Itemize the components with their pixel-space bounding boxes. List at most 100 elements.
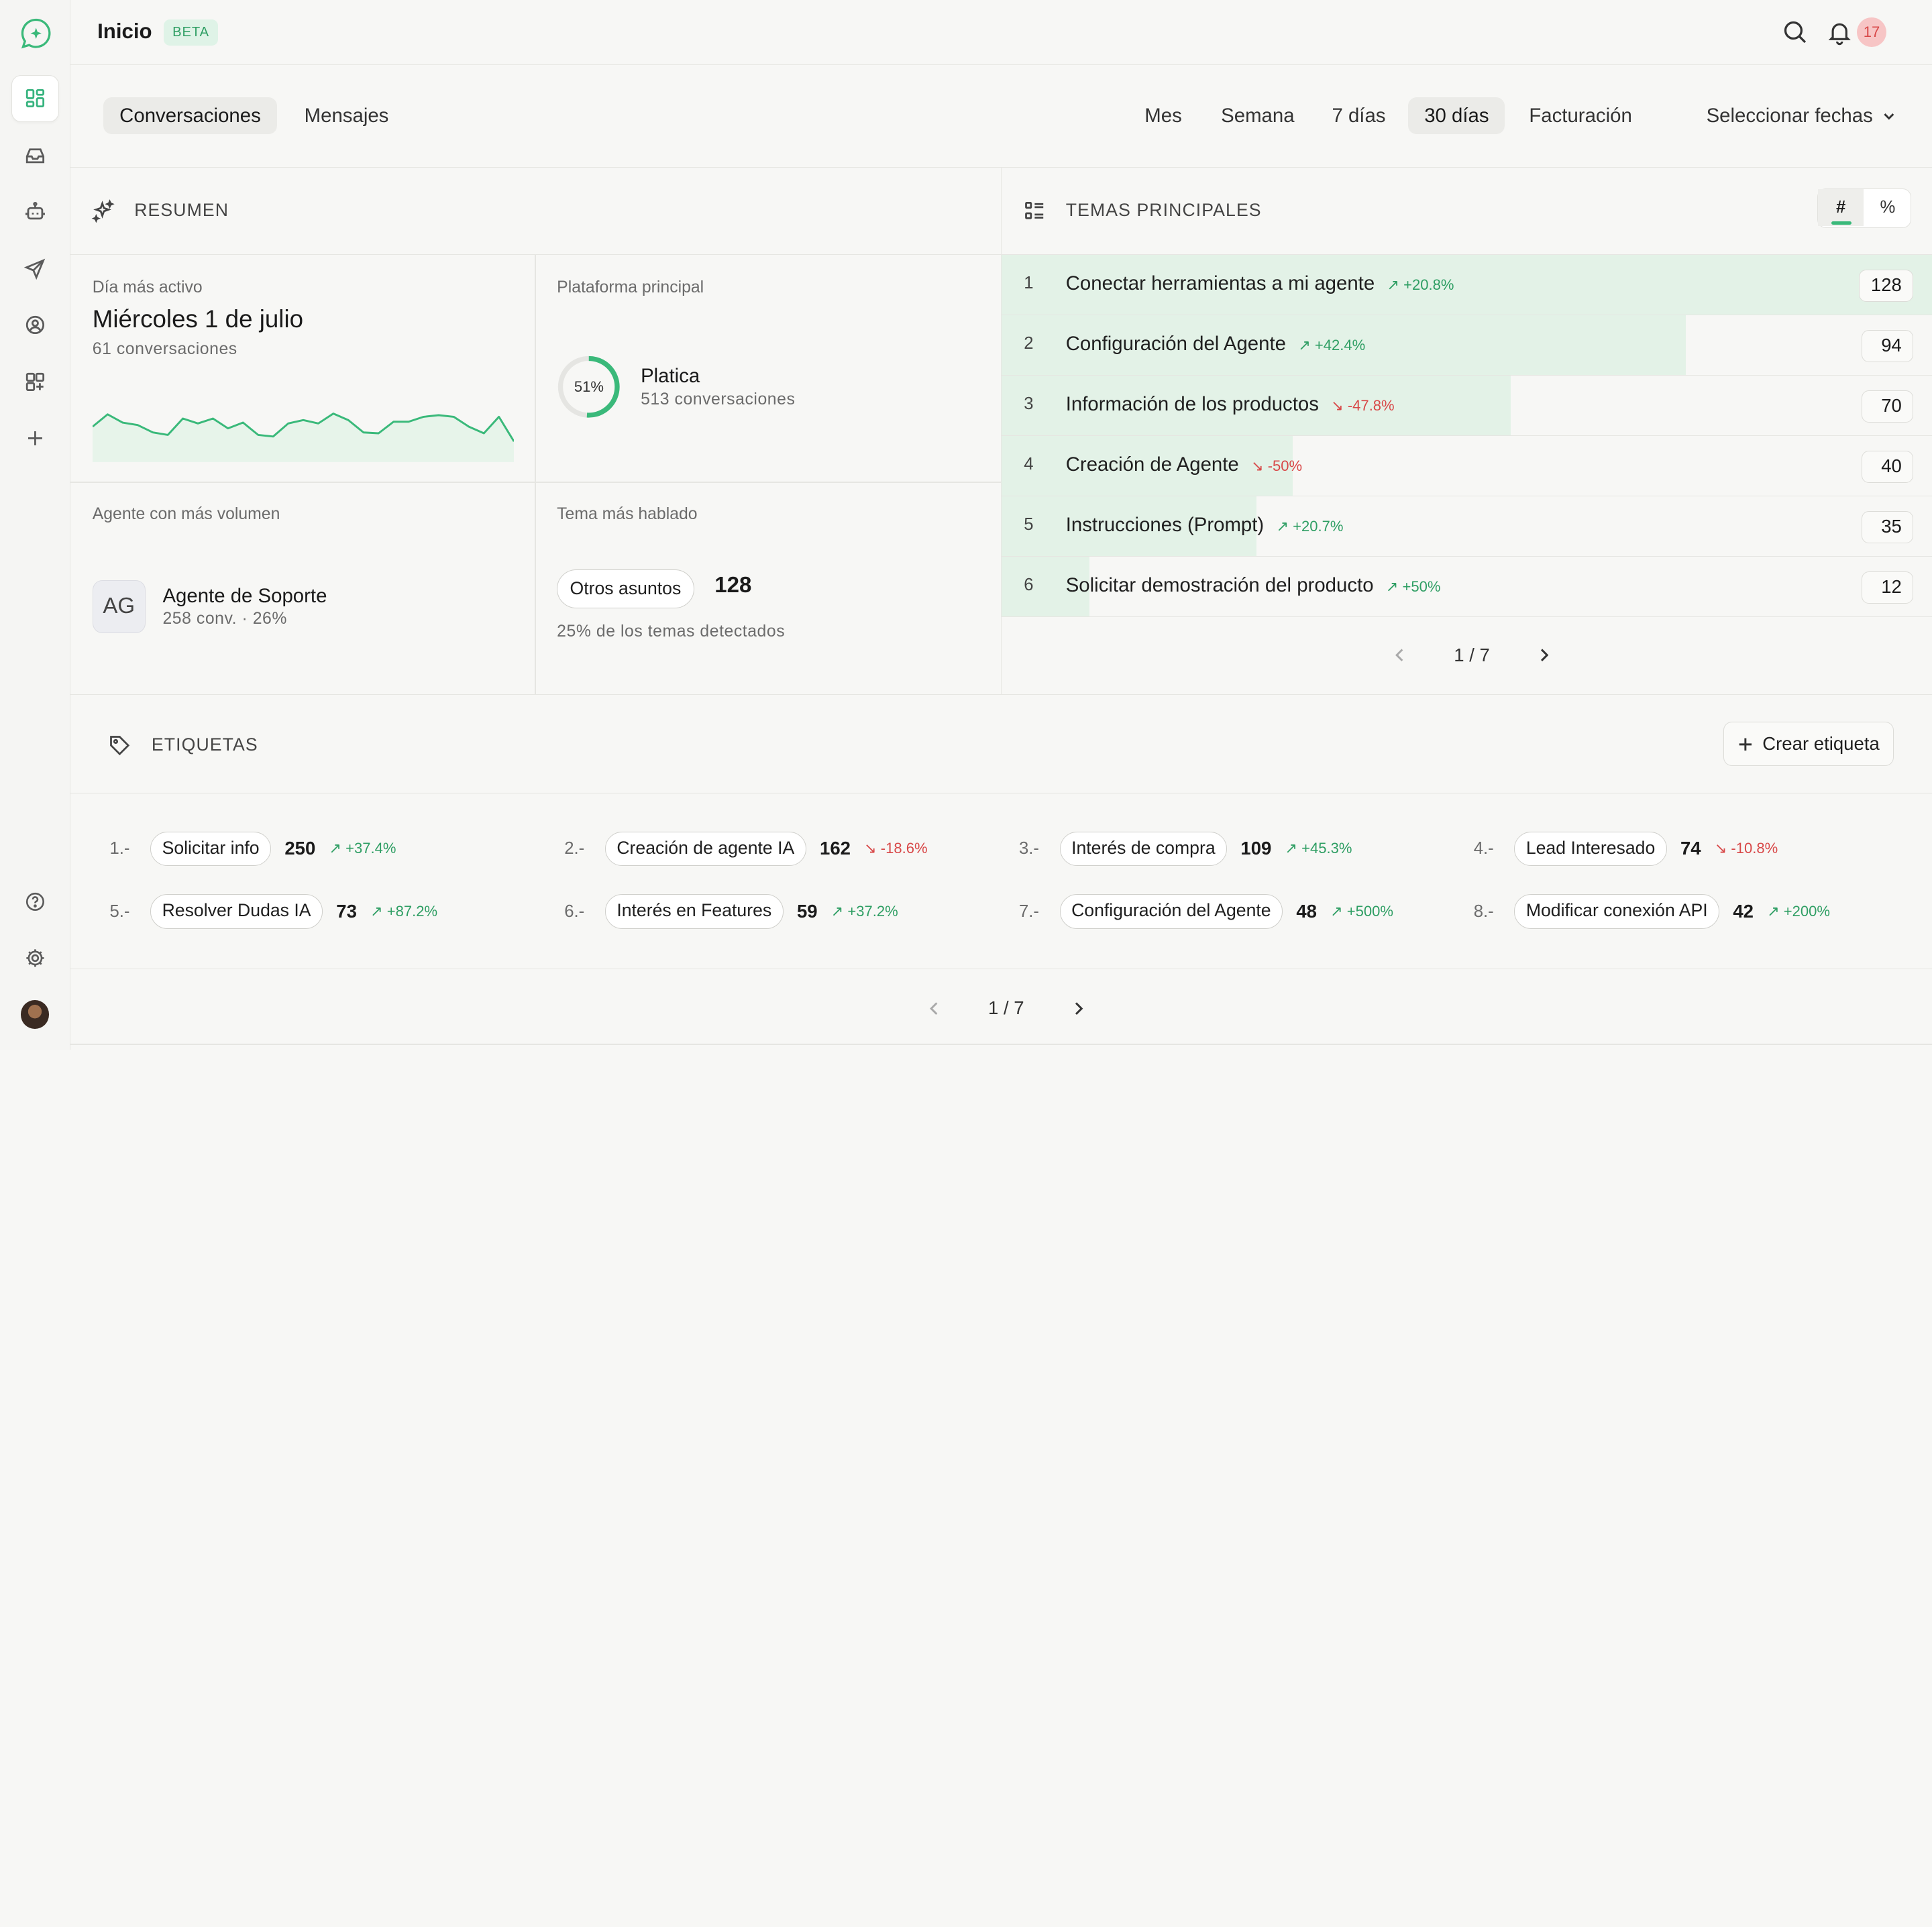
topic-name: Creación de Agente [1065,453,1239,476]
tag-trend: ↗ +37.2% [830,903,898,920]
chevron-right-icon[interactable] [1534,645,1554,665]
topic-rank: 1 [1024,273,1034,292]
range-facturacion[interactable]: Facturación [1513,97,1648,134]
topic-trend: ↘ -50% [1251,457,1303,474]
temas-page-indicator: 1 / 7 [1454,645,1490,666]
tag-icon [107,733,132,758]
topic-rank: 4 [1024,454,1034,474]
notification-count-badge[interactable]: 17 [1856,17,1886,47]
top-theme-sub: 25% de los temas detectados [557,622,786,641]
topic-name: Configuración del Agente [1065,332,1286,355]
tag-trend: ↘ -18.6% [864,840,928,857]
send-icon [23,258,46,280]
tag-count: 59 [796,901,818,922]
sidebar-item-integrations[interactable] [11,358,60,405]
toggle-percent[interactable]: % [1865,189,1911,226]
search-icon[interactable] [1782,19,1809,46]
sidebar [0,0,70,1050]
etiquetas-page-indicator: 1 / 7 [988,997,1024,1019]
tag-rank: 6.- [564,901,585,921]
toggle-count[interactable]: # [1818,189,1864,227]
user-circle-icon [25,316,44,335]
topic-count: 35 [1862,511,1914,543]
chevron-left-icon[interactable] [924,999,944,1018]
topic-rank: 3 [1024,394,1034,413]
agent-name[interactable]: Agente de Soporte [162,585,327,608]
topic-row[interactable]: 4 Creación de Agente ↘ -50% 40 [1002,436,1932,497]
topic-name-wrap: Solicitar demostración del producto ↗ +50… [1066,574,1441,597]
topic-row[interactable]: 2 Configuración del Agente ↗ +42.4% 94 [1002,315,1932,376]
filter-bar: Conversaciones Mensajes Mes Semana 7 día… [70,65,1932,168]
plus-icon [28,431,42,446]
tag-chip[interactable]: Configuración del Agente [1059,894,1283,929]
beta-badge: BETA [164,19,218,46]
topic-count: 128 [1859,270,1914,302]
sidebar-item-help[interactable] [11,879,60,926]
range-semana[interactable]: Semana [1205,97,1310,134]
top-theme-label: Tema más hablado [557,505,698,524]
inbox-icon [25,148,44,164]
tag-item: 6.- Interés en Features 59 ↗ +37.2% [564,893,898,930]
most-active-day-label: Día más activo [92,278,203,297]
sidebar-item-agents[interactable] [11,188,60,235]
sidebar-item-campaigns[interactable] [11,245,60,292]
topic-row[interactable]: 3 Información de los productos ↘ -47.8% 70 [1002,376,1932,437]
chevron-down-icon [1884,113,1894,120]
etiquetas-footer: 1 / 7 [70,968,1932,1050]
top-agent-label: Agente con más volumen [92,505,280,524]
tag-chip[interactable]: Resolver Dudas IA [150,894,323,929]
tab-conversaciones[interactable]: Conversaciones [103,97,277,135]
topic-row[interactable]: 6 Solicitar demostración del producto ↗ +5… [1002,557,1932,618]
tag-chip[interactable]: Solicitar info [150,831,272,867]
create-tag-button[interactable]: Crear etiqueta [1723,722,1894,767]
date-select-dropdown[interactable]: Seleccionar fechas [1707,97,1898,134]
bell-icon[interactable] [1826,19,1853,46]
chevron-left-icon[interactable] [1390,645,1409,665]
agent-avatar: AG [92,580,146,634]
tag-count: 48 [1296,901,1317,922]
platform-name: Platica [641,364,700,387]
topic-rank: 2 [1024,333,1034,353]
range-7-dias[interactable]: 7 días [1316,97,1402,134]
topic-row[interactable]: 5 Instrucciones (Prompt) ↗ +20.7% 35 [1002,496,1932,557]
chevron-right-icon[interactable] [1069,999,1088,1018]
tag-rank: 3.- [1018,838,1039,858]
tab-mensajes[interactable]: Mensajes [288,97,405,134]
etiquetas-pager: 1 / 7 [924,990,1089,1027]
temas-title: TEMAS PRINCIPALES [1065,199,1262,220]
tag-item: 1.- Solicitar info 250 ↗ +37.4% [109,830,396,867]
topic-name: Instrucciones (Prompt) [1065,513,1265,536]
tag-count: 109 [1240,838,1272,859]
range-mes[interactable]: Mes [1128,97,1197,134]
topic-row[interactable]: 1 Conectar herramientas a mi agente ↗ +20.… [1002,255,1932,316]
topics-list: 1 Conectar herramientas a mi agente ↗ +20.… [1002,255,1932,618]
top-theme-chip[interactable]: Otros asuntos [557,569,694,609]
dashboard-icon [25,89,44,108]
date-select-label: Seleccionar fechas [1706,105,1873,127]
logo-icon[interactable] [19,16,53,50]
sidebar-item-inbox[interactable] [11,132,60,179]
tag-item: 7.- Configuración del Agente 48 ↗ +500% [1019,893,1393,930]
top-theme-cell: Tema más hablado Otros asuntos 128 25% d… [536,483,1002,695]
topic-trend: ↗ +42.4% [1298,336,1366,353]
temas-pager: 1 / 7 [1390,637,1554,674]
sidebar-item-add[interactable] [11,415,60,462]
tag-chip[interactable]: Modificar conexión API [1514,894,1720,929]
sidebar-item-settings[interactable] [11,935,60,982]
tag-count: 73 [336,901,357,922]
tag-trend: ↘ -10.8% [1714,840,1778,857]
tag-chip[interactable]: Creación de agente IA [604,831,806,867]
temas-header: TEMAS PRINCIPALES # % [1002,168,1932,256]
plus-icon [1739,738,1752,751]
avatar[interactable] [21,1000,50,1029]
tag-chip[interactable]: Interés de compra [1059,831,1228,867]
most-active-day-cell: Día más activo Miércoles 1 de julio 61 c… [70,255,535,482]
tag-item: 5.- Resolver Dudas IA 73 ↗ +87.2% [109,893,437,930]
range-30-dias[interactable]: 30 días [1408,97,1505,135]
tag-chip[interactable]: Lead Interesado [1514,831,1667,867]
most-active-day-value: Miércoles 1 de julio [92,305,304,333]
sidebar-item-dashboard[interactable] [11,75,60,122]
tag-rank: 2.- [564,838,585,858]
sidebar-item-contacts[interactable] [11,302,60,349]
tag-chip[interactable]: Interés en Features [604,894,784,929]
